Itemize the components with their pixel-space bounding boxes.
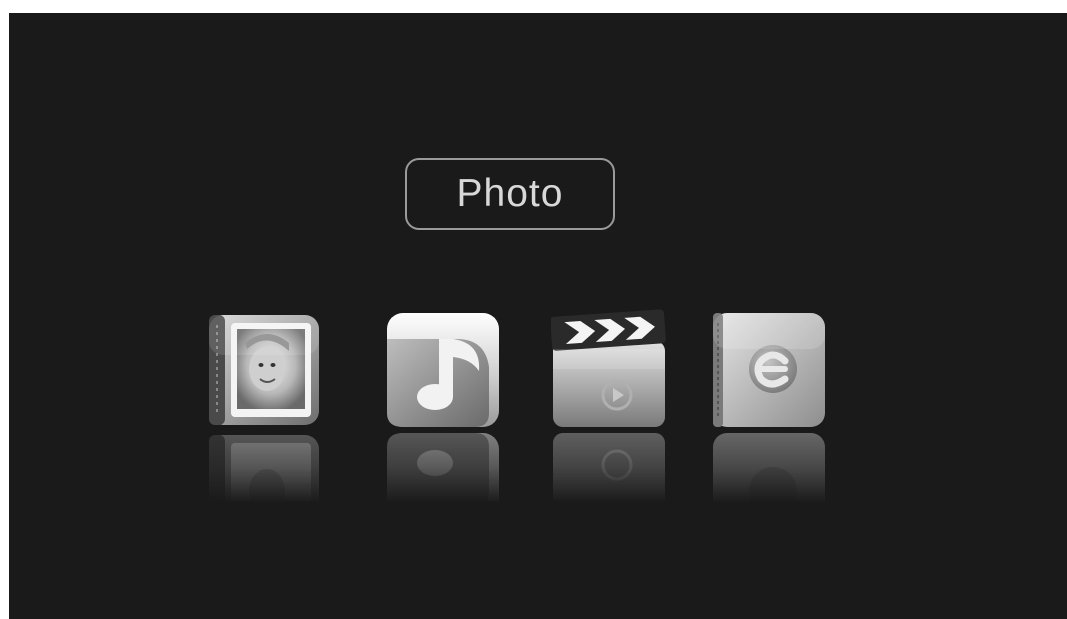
ebook-icon-reflection [713,433,825,547]
music-icon-reflection [387,433,499,547]
menu-item-music[interactable] [385,309,503,547]
menu-screen: Photo [9,13,1067,619]
ebook-icon [713,313,825,427]
photo-icon-reflection [209,435,319,545]
menu-item-movie[interactable] [551,309,669,519]
selected-mode-label: Photo [456,172,564,215]
menu-item-ebook[interactable] [709,309,827,547]
movie-icon [551,309,666,427]
photo-icon [209,315,319,425]
selected-mode-label-box: Photo [405,158,615,230]
movie-icon-reflection [553,433,665,519]
menu-item-photo[interactable] [205,309,323,545]
music-icon [387,313,499,427]
